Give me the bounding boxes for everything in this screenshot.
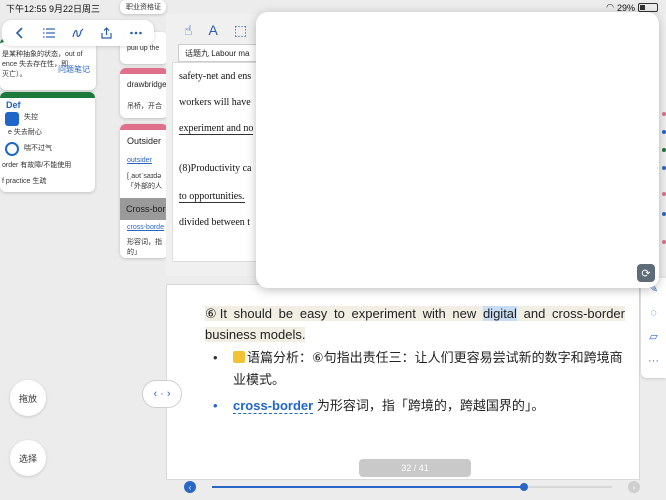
definition-row: order 有故障/不能使用	[2, 162, 72, 169]
page-indicator: 32 / 41	[359, 459, 471, 477]
note-icon	[5, 112, 19, 126]
definition-card-title: Def	[6, 100, 21, 110]
analysis-item: cross-border 为形容词，指「跨境的，跨越国界的」。	[213, 395, 627, 417]
tag-dot[interactable]	[662, 148, 666, 152]
note-icon	[233, 351, 245, 363]
floating-toolbar	[2, 20, 154, 46]
card-link[interactable]: outsider	[127, 157, 152, 164]
list-icon[interactable]	[40, 24, 58, 42]
phonetic-text: [ˌaʊtˈsaɪdə	[127, 173, 162, 180]
doc-line: to opportunities.	[179, 191, 245, 203]
page-scrubber[interactable]: ‹ ›	[180, 478, 650, 496]
scrubber-track[interactable]	[212, 483, 612, 491]
note-card-d-text: pull up the	[127, 45, 160, 52]
select-button[interactable]: 选择	[10, 440, 46, 476]
selected-word[interactable]: digital	[482, 306, 517, 321]
ruler-icon[interactable]: ▱	[647, 330, 660, 343]
tag-dot[interactable]	[662, 130, 666, 134]
scribble-icon[interactable]	[69, 24, 87, 42]
hand-icon[interactable]: ☝	[184, 22, 193, 39]
definition-text: 「外部的人	[127, 182, 162, 190]
scrubber-fill	[212, 486, 524, 488]
analysis-text: 为形容词，指「跨境的，跨越国界的」。	[313, 398, 545, 413]
tag-dot[interactable]	[662, 240, 666, 244]
right-tool-strip: ✎ ◌ ▱ ···	[641, 278, 666, 378]
tag-dot[interactable]	[662, 112, 666, 116]
sentence-text: ⑥It should be easy to experiment with ne…	[205, 306, 483, 321]
definition-row: 喘不过气	[24, 145, 52, 152]
definition-row: e 失去耐心	[8, 129, 42, 136]
rotate-icon[interactable]: ⟳	[637, 264, 655, 282]
vocab-term[interactable]: cross-border	[233, 398, 314, 414]
analysis-list: 语篇分析：⑥句指出责任三：让人们更容易尝试新的数字和跨境商业模式。 cross-…	[213, 347, 627, 421]
share-icon[interactable]	[98, 24, 116, 42]
section-title: Cross-bor	[126, 204, 166, 214]
reading-panel: ⑥It should be easy to experiment with ne…	[166, 284, 640, 480]
battery-icon	[638, 3, 658, 12]
note-badge[interactable]: 问题笔记	[58, 64, 90, 75]
chevron-right-icon[interactable]: ›	[628, 481, 640, 493]
note-line: 是某种抽象的状态，out of	[2, 51, 83, 58]
doc-line: (8)Productivity ca	[179, 163, 252, 174]
pan-toggle-button[interactable]: ‹ · ›	[142, 380, 182, 408]
document-page: safety-net and ens workers will have exp…	[172, 62, 258, 262]
note-card-outsider[interactable]: Outsider outsider [ˌaʊtˈsaɪdə 「外部的人 Cros…	[120, 124, 168, 258]
tag-dot[interactable]	[662, 166, 666, 170]
definition-text: 的」	[127, 248, 141, 256]
doc-toolbar: ☝ A ⬚	[184, 22, 247, 39]
battery-percent: 29%	[616, 2, 635, 13]
doc-line: safety-net and ens	[179, 71, 252, 82]
english-sentence[interactable]: ⑥It should be easy to experiment with ne…	[205, 303, 625, 345]
analysis-text: 语篇分析：⑥句指出责任三：让人们更容易尝试新的数字和跨境商业模式。	[233, 350, 623, 387]
text-highlight-icon[interactable]: A	[209, 22, 218, 39]
crop-icon[interactable]: ⬚	[234, 22, 247, 39]
analysis-item: 语篇分析：⑥句指出责任三：让人们更容易尝试新的数字和跨境商业模式。	[213, 347, 627, 391]
card-definition: [ˌaʊtˈsaɪdə 「外部的人	[127, 172, 162, 192]
card-subtitle: 吊桥，开合	[127, 103, 162, 110]
card-section-header: Cross-bor	[120, 198, 168, 220]
definition-text: 形容词，指	[127, 239, 162, 246]
tag-dot[interactable]	[662, 192, 666, 196]
doc-line: workers will have	[179, 97, 251, 108]
status-time: 下午12:55 9月22日周三	[6, 4, 101, 14]
popup-window[interactable]: ⟳	[256, 12, 659, 288]
back-icon[interactable]	[11, 24, 29, 42]
card-title: Outsider	[127, 136, 162, 146]
note-card-drawbridge[interactable]: drawbridge 吊桥，开合	[120, 68, 168, 118]
definition-row: f practice 生疏	[2, 178, 47, 185]
note-card-c[interactable]: 职业资格证	[120, 0, 166, 14]
face-icon	[5, 142, 19, 156]
more-icon[interactable]: ···	[647, 354, 660, 367]
card-link[interactable]: cross-borde	[127, 224, 164, 231]
definition-card[interactable]: Def 失控 e 失去耐心 喘不过气 order 有故障/不能使用 f prac…	[0, 92, 95, 192]
drag-button[interactable]: 拖放	[10, 380, 46, 416]
doc-line: divided between t	[179, 217, 251, 228]
chevron-left-icon[interactable]: ‹	[184, 481, 196, 493]
card-definition: 形容词，指 的」	[127, 238, 162, 258]
comment-icon[interactable]: ◌	[647, 306, 660, 319]
note-card-c-text: 职业资格证	[126, 4, 161, 11]
doc-line: experiment and no	[179, 123, 254, 135]
scrubber-knob[interactable]	[520, 483, 528, 491]
more-icon[interactable]	[127, 24, 145, 42]
tag-dot[interactable]	[662, 212, 666, 216]
card-title: drawbridge	[127, 80, 167, 89]
definition-row: 失控	[24, 114, 38, 121]
